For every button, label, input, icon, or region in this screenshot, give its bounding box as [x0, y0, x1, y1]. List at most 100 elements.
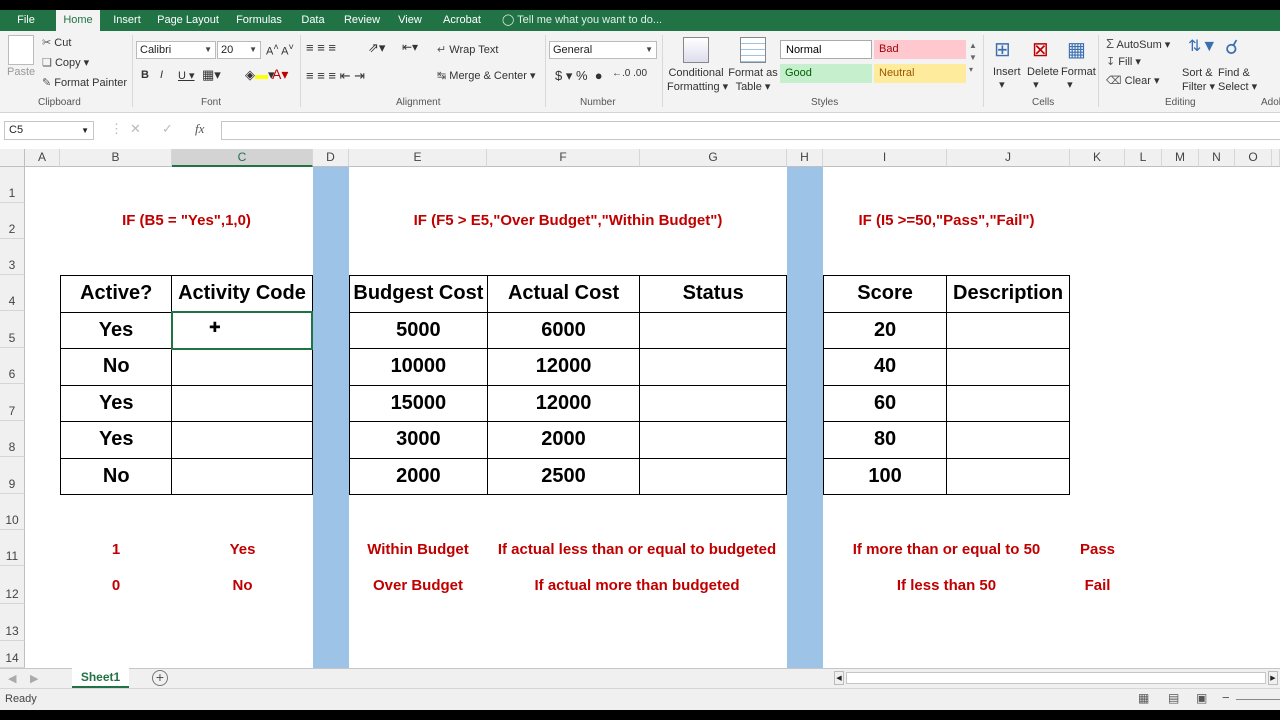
cell-b5[interactable]: Yes: [59, 311, 173, 349]
font-size-select[interactable]: 20 ▼: [217, 41, 261, 59]
col-header-o[interactable]: O: [1235, 149, 1272, 167]
row-header-10[interactable]: 10: [0, 494, 25, 530]
col-header-k[interactable]: K: [1070, 149, 1125, 167]
indent-icon[interactable]: ⇤▾: [402, 40, 418, 54]
col-header-i[interactable]: I: [823, 149, 947, 167]
cell-g8[interactable]: [639, 421, 787, 459]
align-top-icon[interactable]: ≡ ≡ ≡: [306, 40, 336, 55]
col-header-b[interactable]: B: [60, 149, 172, 167]
col-header-m[interactable]: M: [1162, 149, 1199, 167]
col-header-d[interactable]: D: [313, 149, 349, 167]
cell-e5[interactable]: 5000: [349, 311, 488, 349]
format-painter-button[interactable]: ✎ Format Painter: [42, 76, 127, 89]
page-break-view-icon[interactable]: ▣: [1196, 691, 1207, 705]
scroll-left-icon[interactable]: ◀: [834, 671, 844, 685]
grow-font-icon[interactable]: A˄ A˅: [266, 42, 294, 58]
header-actual-cost[interactable]: Actual Cost: [486, 275, 641, 313]
col-header-a[interactable]: A: [25, 149, 60, 167]
cell-i7[interactable]: 60: [822, 384, 948, 422]
format-cells-button[interactable]: Format ▾: [1061, 66, 1096, 91]
row-header-14[interactable]: 14: [0, 641, 25, 668]
note-f11[interactable]: If actual less than or equal to budgeted: [487, 541, 787, 558]
cell-e6[interactable]: 10000: [349, 348, 488, 386]
formula-input[interactable]: [221, 121, 1280, 140]
cell-e9[interactable]: 2000: [349, 457, 488, 495]
cell-g6[interactable]: [639, 348, 787, 386]
cell-j9[interactable]: [946, 457, 1070, 495]
sort-filter-button[interactable]: Sort & Filter ▾: [1182, 66, 1215, 94]
wrap-text-button[interactable]: ↵ Wrap Text: [437, 43, 498, 56]
font-color-icon[interactable]: A▾: [272, 66, 288, 83]
row-header-5[interactable]: 5: [0, 311, 25, 348]
cell-j6[interactable]: [946, 348, 1070, 386]
next-sheet-icon[interactable]: ▶: [30, 672, 38, 685]
note-c12[interactable]: No: [172, 577, 313, 594]
tab-formulas[interactable]: Formulas: [230, 10, 288, 31]
header-budget-cost[interactable]: Budgest Cost: [349, 275, 488, 313]
cell-i8[interactable]: 80: [822, 421, 948, 459]
cell-j8[interactable]: [946, 421, 1070, 459]
col-header-h[interactable]: H: [787, 149, 823, 167]
note-k11[interactable]: Pass: [1070, 541, 1125, 558]
tab-review[interactable]: Review: [338, 10, 386, 31]
zoom-out-icon[interactable]: −: [1222, 690, 1230, 705]
row-header-2[interactable]: 2: [0, 203, 25, 239]
col-header-n[interactable]: N: [1199, 149, 1235, 167]
number-format-select[interactable]: General ▼: [549, 41, 657, 59]
cell-i6[interactable]: 40: [822, 348, 948, 386]
col-header-p[interactable]: [1272, 149, 1280, 167]
cell-j5[interactable]: [946, 311, 1070, 349]
col-header-g[interactable]: G: [640, 149, 787, 167]
row-header-9[interactable]: 9: [0, 457, 25, 494]
header-description[interactable]: Description: [946, 275, 1070, 313]
row-header-7[interactable]: 7: [0, 384, 25, 421]
styles-scroll-icon[interactable]: ▲ ▼ ▾: [969, 40, 977, 76]
cell-e7[interactable]: 15000: [349, 384, 488, 422]
col-header-f[interactable]: F: [487, 149, 640, 167]
add-sheet-icon[interactable]: +: [152, 670, 168, 686]
underline-button[interactable]: U ▾: [178, 69, 195, 82]
cell-i5[interactable]: 20: [822, 311, 948, 349]
clear-button[interactable]: ⌫ Clear ▾: [1106, 74, 1160, 87]
col-header-l[interactable]: L: [1125, 149, 1162, 167]
insert-cells-button[interactable]: Insert ▾: [993, 66, 1021, 91]
font-name-select[interactable]: Calibri ▼: [136, 41, 216, 59]
cell-b7[interactable]: Yes: [59, 384, 173, 422]
header-active[interactable]: Active?: [59, 275, 173, 313]
cancel-icon[interactable]: ✕: [130, 121, 141, 137]
format-as-table-button[interactable]: Format as Table ▾: [727, 66, 779, 94]
merge-center-button[interactable]: ↹ Merge & Center ▾: [437, 69, 536, 82]
cell-c8[interactable]: [171, 421, 313, 459]
row-header-11[interactable]: 11: [0, 530, 25, 566]
scroll-right-icon[interactable]: ▶: [1268, 671, 1278, 685]
header-status[interactable]: Status: [639, 275, 787, 313]
note-c11[interactable]: Yes: [172, 541, 313, 558]
cell-e8[interactable]: 3000: [349, 421, 488, 459]
italic-button[interactable]: I: [160, 69, 163, 81]
orientation-icon[interactable]: ⇗▾: [368, 40, 385, 56]
currency-icon[interactable]: $ ▾ % ●: [555, 68, 603, 84]
note-e12[interactable]: Over Budget: [349, 577, 487, 594]
tab-page-layout[interactable]: Page Layout: [152, 10, 224, 31]
fill-color-icon[interactable]: ◈▬▾: [245, 67, 275, 83]
row-header-3[interactable]: 3: [0, 239, 25, 275]
cell-f6[interactable]: 12000: [486, 348, 641, 386]
note-b11[interactable]: 1: [60, 541, 172, 558]
paste-button[interactable]: Paste: [7, 66, 35, 78]
tell-me-box[interactable]: ◯ Tell me what you want to do...: [502, 10, 662, 31]
cell-f7[interactable]: 12000: [486, 384, 641, 422]
copy-button[interactable]: ❏ Copy ▾: [42, 56, 89, 69]
style-normal[interactable]: Normal: [780, 40, 872, 59]
note-k12[interactable]: Fail: [1070, 577, 1125, 594]
note-e11[interactable]: Within Budget: [349, 541, 487, 558]
fill-button[interactable]: ↧ Fill ▾: [1106, 55, 1141, 68]
row-header-13[interactable]: 13: [0, 604, 25, 641]
cell-i9[interactable]: 100: [822, 457, 948, 495]
cut-button[interactable]: ✂ Cut: [42, 36, 71, 49]
note-i11[interactable]: If more than or equal to 50: [823, 541, 1070, 558]
header-activity-code[interactable]: Activity Code: [171, 275, 313, 313]
cell-c5-selected[interactable]: ✚: [170, 311, 314, 350]
row-header-1[interactable]: 1: [0, 167, 25, 203]
tab-home[interactable]: Home: [56, 10, 100, 31]
delete-cells-button[interactable]: Delete ▾: [1027, 66, 1059, 91]
